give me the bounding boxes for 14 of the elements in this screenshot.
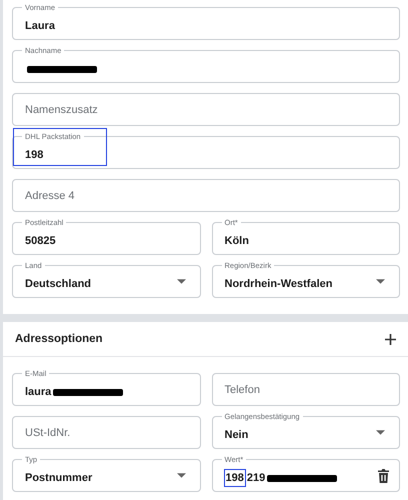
input-field[interactable]: Namenszusatz: [12, 93, 400, 126]
caret-icon: [376, 279, 385, 284]
input-field[interactable]: Telefon: [212, 373, 400, 406]
trash-icon: [378, 468, 389, 482]
input-field[interactable]: USt-IdNr.: [12, 416, 200, 449]
highlight-frame: 198: [224, 470, 245, 486]
delete-button[interactable]: [378, 468, 389, 482]
input-field[interactable]: Adresse 4: [12, 179, 400, 212]
plus-icon: [385, 334, 396, 344]
add-button[interactable]: [385, 334, 396, 344]
caret-icon: [176, 473, 186, 478]
caret-icon: [176, 279, 186, 284]
caret-icon: [376, 430, 385, 435]
section-title: Adressoptionen: [15, 333, 104, 345]
